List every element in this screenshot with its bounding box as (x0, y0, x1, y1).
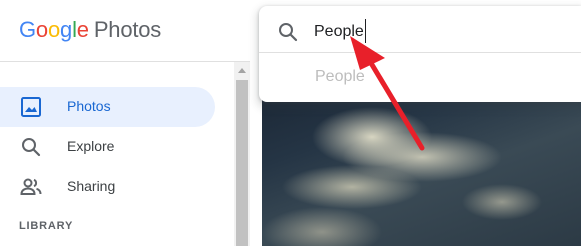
search-input[interactable] (314, 19, 564, 45)
search-dropdown: People (259, 6, 581, 102)
people-icon (20, 178, 42, 195)
library-section-label: LIBRARY (19, 220, 74, 232)
sidebar-item-photos[interactable]: Photos (0, 87, 215, 127)
google-letter: o (47, 17, 61, 42)
google-wordmark: Google (19, 17, 89, 42)
scroll-up-arrow-icon[interactable] (238, 68, 246, 73)
sidebar-item-sharing[interactable]: Sharing (0, 167, 215, 207)
google-letter: g (60, 17, 73, 42)
google-photos-logo[interactable]: Google Photos (19, 17, 161, 43)
sidebar-item-label: Explore (67, 138, 115, 154)
google-letter: e (76, 17, 89, 42)
sidebar-scrollbar[interactable] (234, 62, 250, 246)
sidebar-item-label: Sharing (67, 178, 116, 194)
scrollbar-thumb[interactable] (236, 80, 248, 246)
photo-icon (21, 97, 41, 117)
search-divider (259, 52, 581, 53)
text-caret (365, 19, 366, 43)
sidebar-item-explore[interactable]: Explore (0, 127, 215, 167)
search-icon (22, 138, 41, 157)
sidebar: Photos Explore Sharing LIBRARY (0, 62, 234, 246)
search-icon[interactable] (276, 20, 300, 44)
google-letter: o (35, 17, 48, 42)
search-suggestion[interactable]: People (315, 68, 365, 86)
product-name: Photos (93, 17, 162, 42)
sidebar-item-label: Photos (67, 98, 111, 114)
google-letter: G (19, 17, 36, 42)
